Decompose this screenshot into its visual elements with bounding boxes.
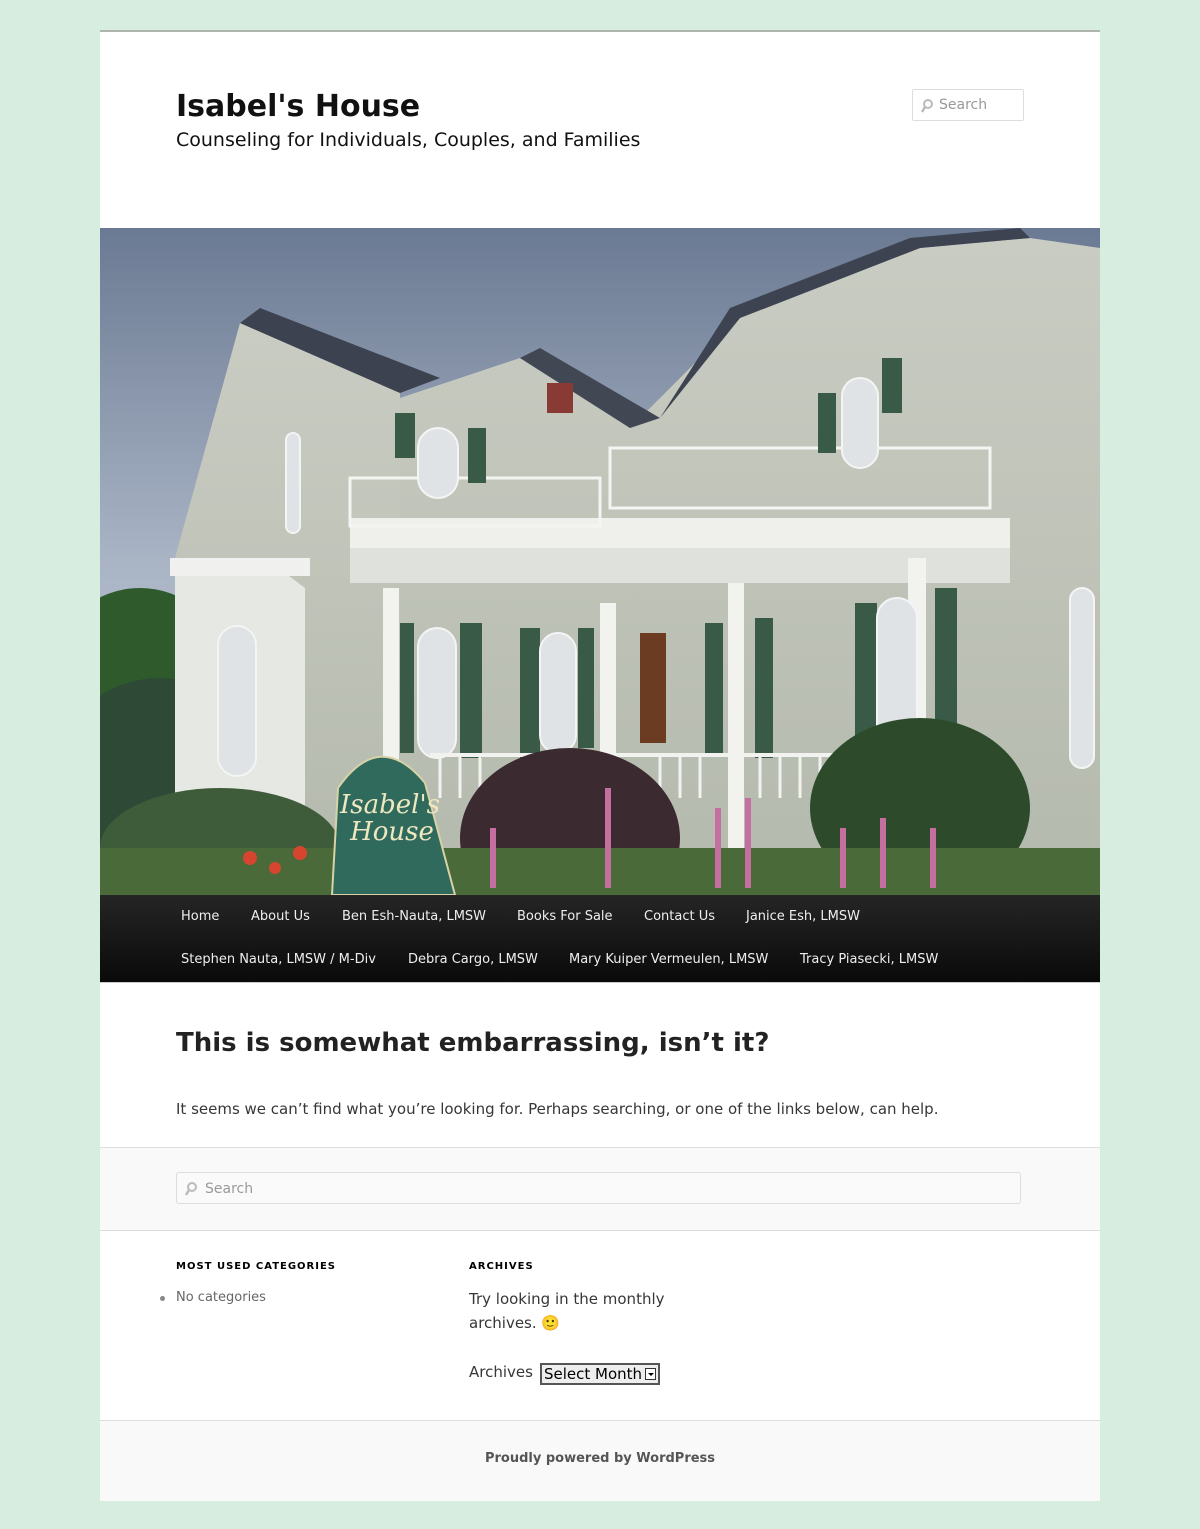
sign-line1: Isabel's [339,790,440,820]
header-image[interactable]: Isabel's House [100,228,1100,895]
footer: Proudly powered by WordPress [100,1420,1100,1501]
nav-mary-kuiper-vermeulen[interactable]: Mary Kuiper Vermeulen, LMSW [569,952,768,967]
search-icon [184,1181,197,1200]
nav-contact-us[interactable]: Contact Us [644,909,715,924]
search-section [100,1147,1100,1231]
page-title: This is somewhat embarrassing, isn’t it? [176,1028,770,1058]
wordpress-credit-link[interactable]: Proudly powered by WordPress [100,1451,1100,1466]
header-search-input[interactable] [939,94,1019,116]
no-categories-item: No categories [160,1290,266,1305]
archives-label: Archives [469,1363,533,1381]
not-found-message: It seems we can’t find what you’re looki… [176,1100,939,1118]
nav-stephen-nauta[interactable]: Stephen Nauta, LMSW / M-Div [181,952,376,967]
nav-janice-esh[interactable]: Janice Esh, LMSW [746,909,860,924]
nav-about-us[interactable]: About Us [251,909,310,924]
site-description: Counseling for Individuals, Couples, and… [176,129,641,151]
search-icon [920,98,933,117]
nav-ben-esh-nauta[interactable]: Ben Esh-Nauta, LMSW [342,909,486,924]
chevron-down-icon [645,1368,656,1380]
page: Isabel's House Counseling for Individual… [100,30,1100,1501]
nav-tracy-piasecki[interactable]: Tracy Piasecki, LMSW [800,952,938,967]
main-search[interactable] [176,1172,1021,1204]
archives-widget-title: Archives [469,1261,534,1272]
nav-books-for-sale[interactable]: Books For Sale [517,909,613,924]
categories-widget-title: Most Used Categories [176,1261,337,1272]
nav-debra-cargo[interactable]: Debra Cargo, LMSW [408,952,538,967]
archives-select-value: Select Month [544,1365,643,1383]
sign-line2: House [349,817,434,847]
archives-text: Try looking in the monthly archives. 🙂 [469,1290,665,1332]
archives-select[interactable]: Select Month [540,1363,660,1385]
header-search[interactable] [912,89,1024,121]
main-search-input[interactable] [205,1178,1005,1200]
site-title[interactable]: Isabel's House [176,89,420,124]
nav-home[interactable]: Home [181,909,219,924]
main-navigation: Home About Us Ben Esh-Nauta, LMSW Books … [100,895,1100,983]
